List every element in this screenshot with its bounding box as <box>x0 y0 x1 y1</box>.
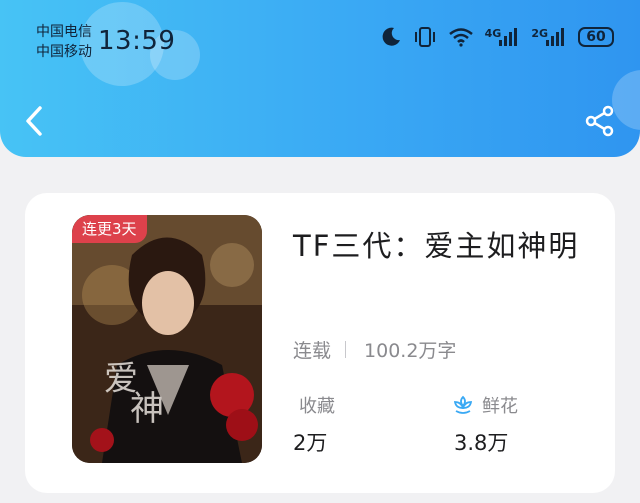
battery-indicator: 60 <box>578 27 614 47</box>
book-info-card: 爱 神 连更3天 TF三代：爱主如神明 连载 100.2万字 收藏 2万 鲜花 … <box>25 193 615 493</box>
serial-status: 连载 <box>293 340 332 362</box>
book-title: TF三代：爱主如神明 <box>293 229 580 263</box>
share-button[interactable] <box>584 105 616 137</box>
flower-icon <box>453 395 473 414</box>
cover-artwork: 爱 神 <box>72 215 262 463</box>
book-meta: 连载 100.2万字 <box>293 336 456 363</box>
update-streak-badge: 连更3天 <box>72 215 147 243</box>
network-2g-label: 2G <box>531 27 548 40</box>
status-time: 13:59 <box>98 26 176 56</box>
signal-4g-icon <box>499 28 518 46</box>
status-icons: 4G 2G 60 <box>380 26 614 48</box>
top-header: 中国电信 中国移动 13:59 4G 2G 60 <box>0 0 640 157</box>
book-cover-image[interactable]: 爱 神 连更3天 <box>72 215 262 463</box>
signal-2g-icon <box>546 28 564 46</box>
vibrate-icon <box>414 27 435 47</box>
back-button[interactable] <box>22 104 48 138</box>
carrier-2: 中国移动 <box>36 44 92 60</box>
decorative-bubble <box>612 70 640 130</box>
carrier-info: 中国电信 中国移动 <box>36 22 92 62</box>
network-4g-label: 4G <box>484 27 502 40</box>
word-count: 100.2万字 <box>364 340 457 362</box>
flowers-label[interactable]: 鲜花 <box>452 392 518 418</box>
favorites-label: 收藏 <box>299 396 335 417</box>
moon-icon <box>382 27 400 46</box>
flowers-count: 3.8万 <box>454 431 509 455</box>
carrier-1: 中国电信 <box>36 24 92 40</box>
svg-text:神: 神 <box>130 389 164 429</box>
wifi-icon <box>448 28 473 47</box>
favorites-count: 2万 <box>293 431 328 455</box>
meta-divider <box>345 341 347 358</box>
